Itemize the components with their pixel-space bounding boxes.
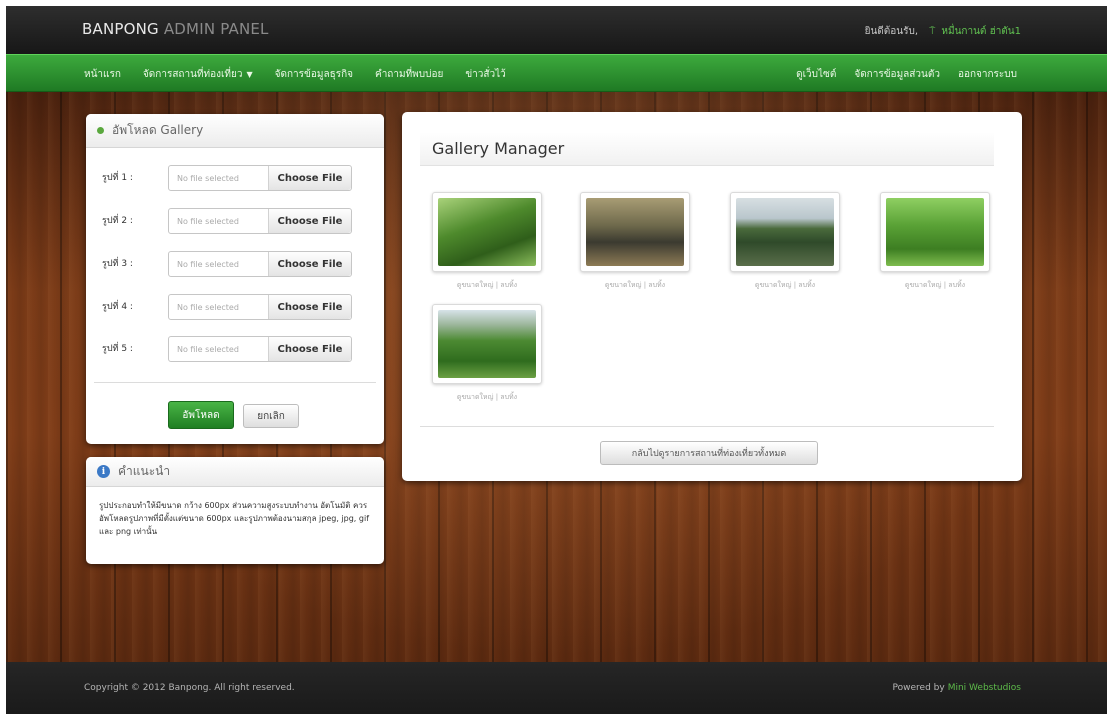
brand-sub: ADMIN PANEL — [158, 20, 269, 38]
upload-panel-header: อัพโหลด Gallery — [86, 114, 384, 148]
nav-item-manage-places[interactable]: จัดการสถานที่ท่องเที่ยว ▼ — [143, 67, 253, 82]
nav-item-profile[interactable]: จัดการข้อมูลส่วนตัว — [854, 67, 940, 82]
admin-window: BANPONG ADMIN PANEL ยินดีต้อนรับ, ⍑ หมื่… — [6, 6, 1107, 714]
username-link[interactable]: หมื่นกานต์ ฮ่าตัน1 — [941, 26, 1021, 37]
nav-item-faq[interactable]: คำถามที่พบบ่อย — [375, 67, 443, 82]
gallery-item-5: ดูขนาดใหญ่ | ลบทิ้ง — [432, 304, 542, 403]
user-area: ยินดีต้อนรับ, ⍑ หมื่นกานต์ ฮ่าตัน1 — [865, 24, 1021, 39]
copyright-text: Copyright © 2012 Banpong. All right rese… — [84, 683, 295, 693]
gallery-item-4: ดูขนาดใหญ่ | ลบทิ้ง — [880, 192, 990, 291]
top-bar: BANPONG ADMIN PANEL ยินดีต้อนรับ, ⍑ หมื่… — [6, 6, 1107, 54]
file-status: No file selected — [169, 295, 269, 319]
back-to-places-button[interactable]: กลับไปดูรายการสถานที่ท่องเที่ยวทั้งหมด — [600, 441, 818, 465]
nav-item-home[interactable]: หน้าแรก — [84, 67, 121, 82]
bullet-icon — [97, 127, 104, 134]
file-status: No file selected — [169, 166, 269, 190]
chevron-down-icon: ▼ — [246, 69, 253, 79]
powered-by: Powered by Mini Webstudios — [893, 683, 1021, 693]
help-panel-title: คำแนะนำ — [118, 464, 171, 478]
upload-panel-title: อัพโหลด Gallery — [112, 123, 204, 137]
choose-file-button[interactable]: Choose File — [269, 337, 351, 361]
choose-file-button[interactable]: Choose File — [269, 252, 351, 276]
nav-item-label: จัดการสถานที่ท่องเที่ยว — [142, 68, 243, 80]
thumbnail-frame[interactable] — [432, 304, 542, 384]
footer: Copyright © 2012 Banpong. All right rese… — [6, 662, 1107, 714]
gallery-item-3: ดูขนาดใหญ่ | ลบทิ้ง — [730, 192, 840, 291]
file-row-1: รูปที่ 1 : No file selected Choose File — [86, 165, 384, 191]
main-nav: หน้าแรก จัดการสถานที่ท่องเที่ยว ▼ จัดการข… — [6, 54, 1107, 92]
thumbnail-image — [438, 310, 536, 378]
nav-item-view-site[interactable]: ดูเว็บไซต์ — [796, 67, 836, 82]
thumbnail-frame[interactable] — [580, 192, 690, 272]
upload-divider — [94, 382, 376, 383]
welcome-text: ยินดีต้อนรับ, — [864, 26, 919, 37]
thumbnail-frame[interactable] — [432, 192, 542, 272]
gallery-item-1: ดูขนาดใหญ่ | ลบทิ้ง — [432, 192, 542, 291]
thumbnail-caption[interactable]: ดูขนาดใหญ่ | ลบทิ้ง — [432, 280, 542, 291]
file-label: รูปที่ 2 : — [102, 216, 133, 226]
person-icon: ⍑ — [929, 26, 936, 37]
help-text: รูปประกอบทำให้มีขนาด กว้าง 600px ส่วนควา… — [99, 501, 370, 536]
choose-file-button[interactable]: Choose File — [269, 209, 351, 233]
thumbnail-frame[interactable] — [730, 192, 840, 272]
choose-file-button[interactable]: Choose File — [269, 295, 351, 319]
cancel-button[interactable]: ยกเลิก — [243, 404, 299, 428]
file-input-4[interactable]: No file selected Choose File — [168, 294, 352, 320]
file-label: รูปที่ 3 : — [102, 259, 133, 269]
file-row-3: รูปที่ 3 : No file selected Choose File — [86, 251, 384, 277]
help-panel: i คำแนะนำ รูปประกอบทำให้มีขนาด กว้าง 600… — [86, 457, 384, 564]
thumbnail-image — [586, 198, 684, 266]
thumbnail-caption[interactable]: ดูขนาดใหญ่ | ลบทิ้ง — [730, 280, 840, 291]
choose-file-button[interactable]: Choose File — [269, 166, 351, 190]
gallery-header: Gallery Manager — [420, 132, 994, 166]
file-input-3[interactable]: No file selected Choose File — [168, 251, 352, 277]
thumbnail-image — [886, 198, 984, 266]
file-status: No file selected — [169, 209, 269, 233]
nav-item-news[interactable]: ข่าวสั่วไว้ — [465, 67, 505, 82]
file-row-2: รูปที่ 2 : No file selected Choose File — [86, 208, 384, 234]
info-icon: i — [97, 465, 110, 478]
file-row-4: รูปที่ 4 : No file selected Choose File — [86, 294, 384, 320]
gallery-divider — [420, 426, 994, 427]
powered-prefix: Powered by — [892, 683, 945, 693]
file-input-2[interactable]: No file selected Choose File — [168, 208, 352, 234]
help-panel-header: i คำแนะนำ — [86, 457, 384, 487]
upload-button[interactable]: อัพโหลด — [168, 401, 234, 429]
thumbnail-caption[interactable]: ดูขนาดใหญ่ | ลบทิ้ง — [580, 280, 690, 291]
nav-item-manage-business[interactable]: จัดการข้อมูลธุรกิจ — [275, 67, 353, 82]
nav-left: หน้าแรก จัดการสถานที่ท่องเที่ยว ▼ จัดการข… — [84, 55, 506, 93]
file-status: No file selected — [169, 252, 269, 276]
file-label: รูปที่ 1 : — [102, 173, 133, 183]
thumbnail-caption[interactable]: ดูขนาดใหญ่ | ลบทิ้ง — [880, 280, 990, 291]
file-status: No file selected — [169, 337, 269, 361]
powered-author-link[interactable]: Mini Webstudios — [948, 683, 1021, 693]
thumbnail-caption[interactable]: ดูขนาดใหญ่ | ลบทิ้ง — [432, 392, 542, 403]
thumbnail-image — [736, 198, 834, 266]
file-label: รูปที่ 4 : — [102, 302, 133, 312]
brand-logo[interactable]: BANPONG ADMIN PANEL — [82, 20, 269, 38]
file-input-1[interactable]: No file selected Choose File — [168, 165, 352, 191]
brand-main: BANPONG — [82, 20, 159, 38]
thumbnail-frame[interactable] — [880, 192, 990, 272]
file-input-5[interactable]: No file selected Choose File — [168, 336, 352, 362]
nav-right: ดูเว็บไซต์ จัดการข้อมูลส่วนตัว ออกจากระบ… — [796, 55, 1017, 93]
gallery-item-2: ดูขนาดใหญ่ | ลบทิ้ง — [580, 192, 690, 291]
gallery-title: Gallery Manager — [432, 139, 565, 158]
gallery-manager-panel: Gallery Manager ดูขนาดใหญ่ | ลบทิ้ง ดูขน… — [402, 112, 1022, 481]
file-label: รูปที่ 5 : — [102, 344, 133, 354]
file-row-5: รูปที่ 5 : No file selected Choose File — [86, 336, 384, 362]
nav-item-logout[interactable]: ออกจากระบบ — [958, 67, 1017, 82]
upload-gallery-panel: อัพโหลด Gallery รูปที่ 1 : No file selec… — [86, 114, 384, 444]
thumbnail-image — [438, 198, 536, 266]
